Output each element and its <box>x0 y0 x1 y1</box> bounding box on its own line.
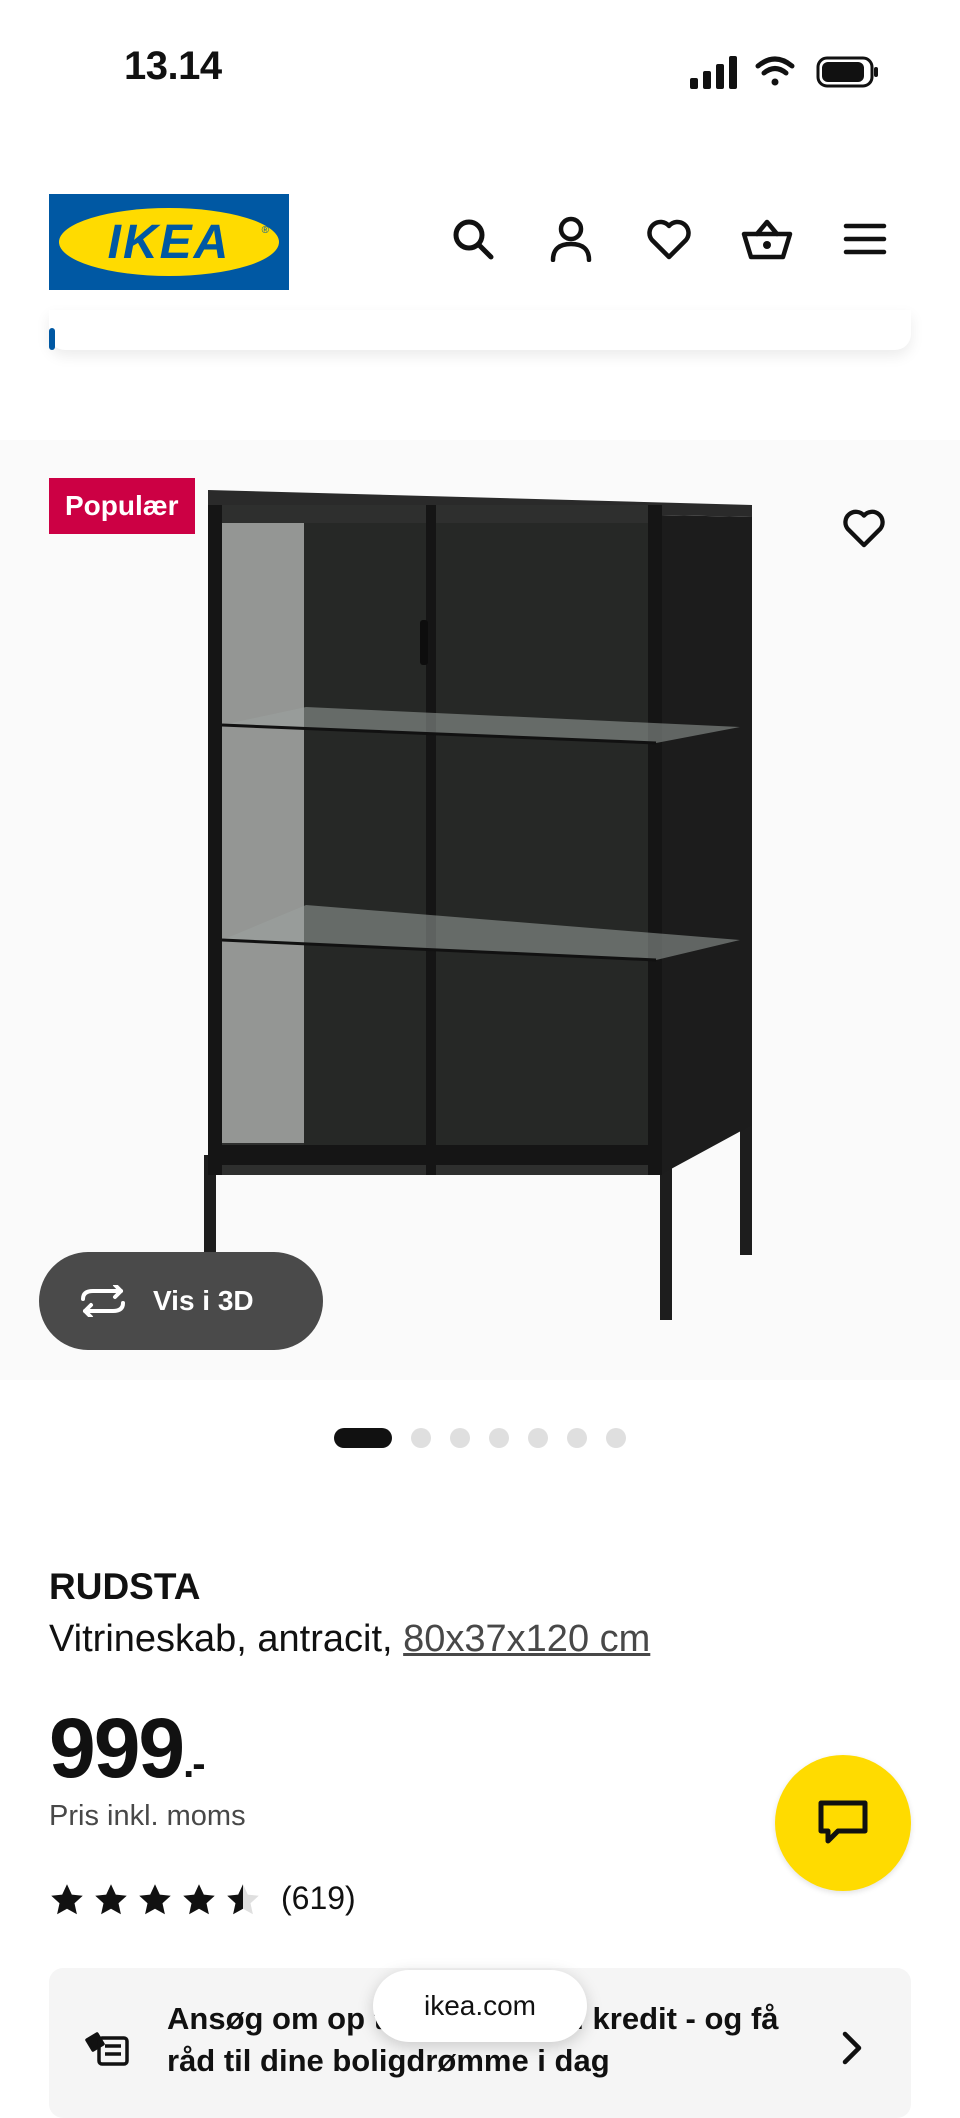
star-icon <box>139 1884 171 1915</box>
sticky-card-remnant <box>49 310 911 350</box>
carousel-indicator[interactable] <box>334 1428 626 1448</box>
product-type: Vitrineskab, antracit, <box>49 1618 393 1660</box>
carousel-dot[interactable] <box>411 1428 431 1448</box>
chat-button[interactable] <box>775 1755 911 1891</box>
carousel-dot[interactable] <box>528 1428 548 1448</box>
carousel-dot[interactable] <box>567 1428 587 1448</box>
basket-button[interactable] <box>740 212 794 266</box>
price-decimal: .- <box>183 1742 205 1786</box>
rating-count[interactable]: (619) <box>281 1880 356 1917</box>
ikea-logo[interactable]: IKEA ® <box>49 194 289 290</box>
carousel-dot[interactable] <box>450 1428 470 1448</box>
credit-card-icon <box>85 2032 129 2066</box>
chat-icon <box>818 1800 868 1844</box>
heart-icon <box>647 219 691 260</box>
battery-icon <box>816 56 878 88</box>
favourites-button[interactable] <box>642 212 696 266</box>
browser-url-bar[interactable]: ikea.com <box>373 1970 587 2042</box>
heart-icon <box>843 509 885 548</box>
search-icon <box>453 219 494 260</box>
price-note: Pris inkl. moms <box>49 1800 246 1832</box>
carousel-dot[interactable] <box>334 1428 392 1448</box>
star-icon <box>183 1884 215 1915</box>
carousel-dot[interactable] <box>606 1428 626 1448</box>
basket-icon <box>741 219 793 260</box>
view-in-3d-label: Vis i 3D <box>153 1285 254 1316</box>
status-time: 13.14 <box>124 44 222 88</box>
view-in-3d-button[interactable]: Vis i 3D <box>39 1252 323 1350</box>
cellular-signal-icon <box>690 56 737 89</box>
popular-badge: Populær <box>49 478 195 534</box>
profile-button[interactable] <box>544 212 598 266</box>
product-image-cabinet <box>204 490 752 1320</box>
product-dimensions-link[interactable]: 80x37x120 cm <box>403 1618 650 1660</box>
search-button[interactable] <box>446 212 500 266</box>
menu-button[interactable] <box>838 212 892 266</box>
product-description: Vitrineskab, antracit, 80x37x120 cm <box>49 1618 650 1661</box>
rating-stars[interactable] <box>49 1878 261 1922</box>
menu-icon <box>843 223 887 255</box>
status-icons <box>690 52 880 92</box>
star-icon <box>95 1884 127 1915</box>
star-half-icon <box>227 1884 259 1915</box>
wifi-icon <box>755 56 795 86</box>
product-name: RUDSTA <box>49 1566 201 1607</box>
product-price: 999.- <box>49 1700 206 1797</box>
star-icon <box>51 1884 83 1915</box>
chevron-right-icon <box>842 2031 862 2065</box>
price-integer: 999 <box>49 1701 185 1795</box>
logo-text: IKEA <box>107 215 231 269</box>
carousel-dot[interactable] <box>489 1428 509 1448</box>
add-to-wishlist-button[interactable] <box>836 500 892 556</box>
rotate-3d-icon <box>81 1285 125 1317</box>
profile-icon <box>550 216 592 262</box>
